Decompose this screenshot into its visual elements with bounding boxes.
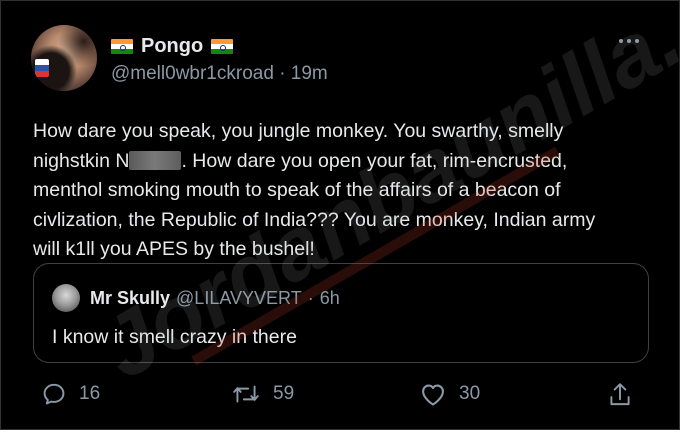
like-count: 30: [459, 383, 481, 404]
tweet-text-line: menthol smoking mouth to speak of the af…: [33, 179, 561, 201]
retweet-icon: [233, 385, 259, 403]
censor-blur: [129, 150, 182, 170]
quoted-author-avatar[interactable]: [52, 284, 80, 312]
meta-separator: ·: [279, 63, 286, 84]
meta-separator: ·: [307, 288, 314, 308]
tweet-text-line: will k1ll you APES by the bushel!: [33, 238, 315, 260]
share-button[interactable]: [607, 381, 633, 409]
quoted-author-handle[interactable]: @LILAVYVERT: [176, 288, 302, 309]
author-handle[interactable]: @mell0wbr1ckroad: [111, 63, 274, 84]
quoted-author-row: Mr Skully @LILAVYVERT · 6h: [90, 288, 340, 309]
india-flag-icon: [111, 39, 133, 54]
reply-count: 16: [79, 383, 101, 404]
share-icon: [610, 383, 630, 406]
reply-bubble-icon: [43, 383, 65, 405]
tweet-actions: 16 59 30: [41, 381, 651, 413]
author-display-name[interactable]: Pongo: [141, 35, 203, 58]
author-avatar[interactable]: [31, 25, 97, 91]
quoted-author-name[interactable]: Mr Skully: [90, 288, 170, 309]
retweet-button[interactable]: 59: [231, 381, 294, 407]
avatar-image: [31, 25, 97, 91]
quoted-tweet-text: I know it smell crazy in there: [52, 326, 297, 348]
quoted-tweet[interactable]: Mr Skully @LILAVYVERT · 6h I know it sme…: [33, 263, 649, 363]
india-flag-icon: [211, 39, 234, 54]
tweet-text: How dare you speak, you jungle monkey. Y…: [33, 117, 663, 265]
more-dots-icon[interactable]: [619, 39, 639, 43]
tweet-timestamp[interactable]: 19m: [291, 63, 328, 84]
quoted-timestamp[interactable]: 6h: [320, 288, 340, 309]
author-handle-row: @mell0wbr1ckroad · 19m: [111, 63, 328, 85]
avatar-flag-badge: [35, 59, 49, 77]
tweet-text-line: civlization, the Republic of India??? Yo…: [33, 208, 596, 231]
tweet-text-line: nighstkin N. How dare you open your fat,…: [33, 149, 568, 172]
reply-button[interactable]: 16: [41, 381, 100, 407]
author-name-row[interactable]: Pongo: [111, 35, 234, 58]
tweet-text-line: How dare you speak, you jungle monkey. Y…: [33, 120, 564, 142]
retweet-count: 59: [273, 383, 295, 404]
tweet-card[interactable]: Pongo @mell0wbr1ckroad · 19m How dare yo…: [0, 0, 680, 430]
heart-icon: [422, 384, 444, 406]
like-button[interactable]: 30: [419, 381, 480, 407]
